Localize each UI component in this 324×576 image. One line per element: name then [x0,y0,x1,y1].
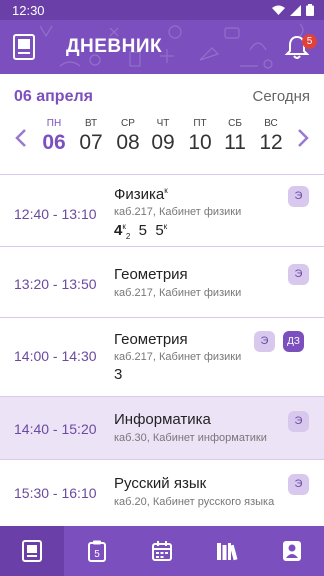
lesson-room: каб.217, Кабинет физики [114,351,242,363]
lesson-room: каб.30, Кабинет информатики [114,432,267,444]
subject-mark: к [164,186,168,195]
library-icon [217,543,238,561]
electronic-chip[interactable]: Э [288,186,309,207]
lesson-time: 14:00 - 14:30 [14,348,97,364]
lesson-subject: Физикак [114,186,168,203]
day-number: 10 [188,131,212,154]
lesson-time: 15:30 - 16:10 [14,485,97,501]
lesson-subject: Информатика [114,411,211,428]
today-button[interactable]: Сегодня [253,88,311,105]
day-monday[interactable]: ПН 06 [36,118,72,155]
wifi-icon [272,5,285,15]
day-number: 12 [259,131,283,154]
status-bar: 12:30 [0,0,324,20]
day-sunday[interactable]: ВС 12 [253,118,289,155]
lesson-time: 13:20 - 13:50 [14,276,97,292]
status-time: 12:30 [12,3,45,18]
electronic-chip[interactable]: Э [288,264,309,285]
day-name: СР [121,118,135,129]
lesson-item[interactable]: 14:40 - 15:20 Информатика каб.30, Кабине… [0,396,324,460]
day-friday[interactable]: ПТ 10 [182,118,218,155]
grade: 5к [155,222,168,239]
day-number: 08 [116,131,140,154]
app-title: ДНЕВНИК [66,36,163,57]
svg-text:5: 5 [94,549,100,560]
divider [0,174,324,175]
day-tuesday[interactable]: ВТ 07 [73,118,109,155]
day-name: ЧТ [156,118,170,129]
tab-library[interactable] [195,526,259,576]
day-name: ВС [264,118,278,129]
lesson-room: каб.217, Кабинет физики [114,206,242,218]
next-week-arrow-icon[interactable] [296,128,310,148]
selected-date-label[interactable]: 06 апреля [14,88,93,106]
day-name: СБ [228,118,242,129]
day-wednesday[interactable]: СР 08 [110,118,146,155]
calendar-icon [152,541,172,561]
lesson-room: каб.20, Кабинет русского языка [114,496,275,508]
lesson-marks: 3 [114,366,122,383]
date-bar: 06 апреля Сегодня ПН 06 ВТ 07 СР 08 ЧТ 0… [0,74,324,174]
tab-profile[interactable] [260,526,324,576]
grade: 5 [138,222,147,239]
diary-icon [22,540,42,562]
electronic-chip[interactable]: Э [288,411,309,432]
day-name: ПН [46,118,62,129]
tab-grades[interactable]: 5 [65,526,129,576]
subject-name: Физика [114,186,165,203]
lesson-item[interactable]: 12:40 - 13:10 Физикак каб.217, Кабинет ф… [0,176,324,246]
profile-icon [283,541,301,561]
lesson-item[interactable]: 13:20 - 13:50 Геометрия каб.217, Кабинет… [0,247,324,317]
electronic-chip[interactable]: Э [288,474,309,495]
diary-menu-icon[interactable] [12,34,36,60]
lesson-item[interactable]: 15:30 - 16:10 Русский язык каб.20, Кабин… [0,461,324,525]
lesson-subject: Геометрия [114,331,188,348]
tab-calendar[interactable] [130,526,194,576]
grade: 4к2 [114,222,131,241]
day-number: 06 [42,131,66,154]
signal-icon [290,4,301,16]
status-icons [272,4,314,16]
day-name: ВТ [84,118,98,129]
lesson-time: 14:40 - 15:20 [14,421,97,437]
bottom-navigation: 5 [0,526,324,576]
grades-icon: 5 [88,540,106,562]
app-bar: ДНЕВНИК 5 [0,20,324,74]
grade: 3 [114,366,123,383]
lesson-subject: Геометрия [114,266,188,283]
homework-chip[interactable]: ДЗ [283,331,304,352]
lesson-time: 12:40 - 13:10 [14,206,97,222]
lesson-marks: 4к2 5 5к [114,222,167,241]
day-name: ПТ [193,118,207,129]
day-saturday[interactable]: СБ 11 [217,118,253,155]
tab-diary[interactable] [0,526,64,576]
day-number: 07 [79,131,103,154]
notification-badge: 5 [302,34,317,49]
day-number: 11 [224,131,246,154]
lesson-item[interactable]: 14:00 - 14:30 Геометрия каб.217, Кабинет… [0,318,324,395]
lesson-room: каб.217, Кабинет физики [114,287,242,299]
lesson-subject: Русский язык [114,475,207,492]
prev-week-arrow-icon[interactable] [14,128,28,148]
day-thursday[interactable]: ЧТ 09 [145,118,181,155]
battery-icon [306,4,314,16]
electronic-chip[interactable]: Э [254,331,275,352]
day-number: 09 [151,131,175,154]
